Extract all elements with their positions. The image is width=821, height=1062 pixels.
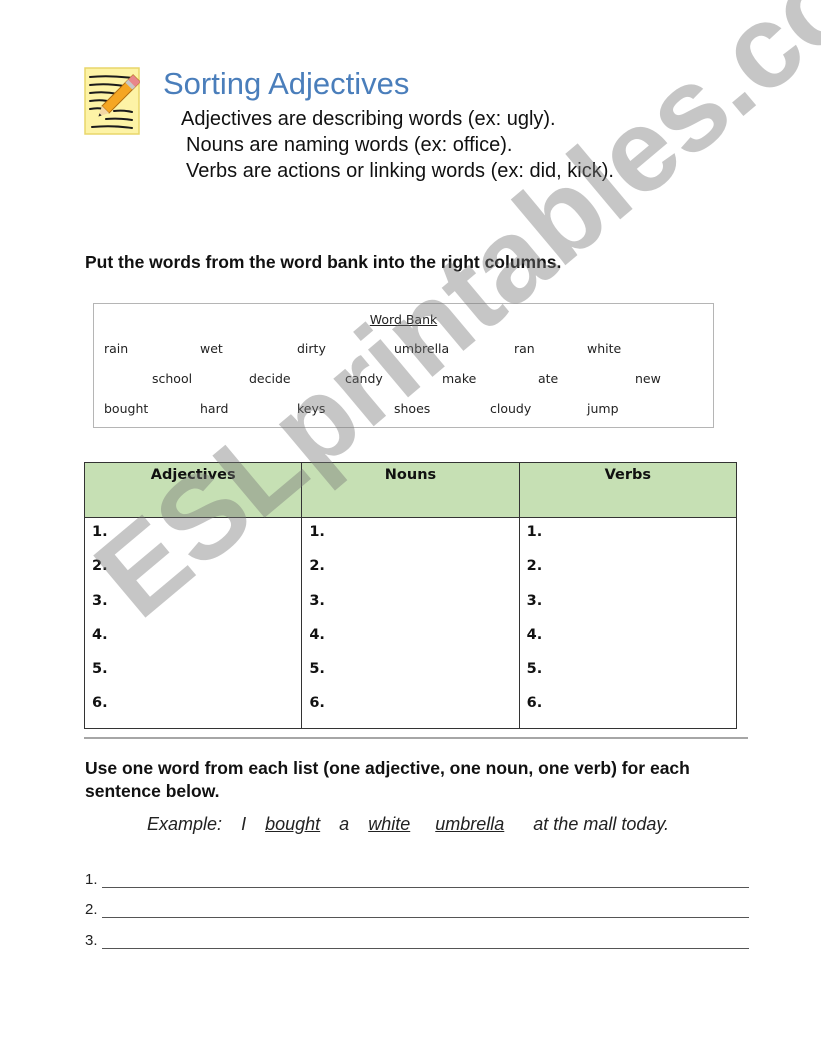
column-header-verbs: Verbs bbox=[518, 462, 738, 518]
answer-line[interactable]: 1. bbox=[85, 871, 749, 888]
definition-adjectives: Adjectives are describing words (ex: ugl… bbox=[181, 108, 556, 130]
answer-line-number: 2. bbox=[85, 901, 98, 918]
word-bank-word: hard bbox=[200, 401, 229, 416]
word-bank-word: ran bbox=[514, 341, 535, 356]
definition-nouns: Nouns are naming words (ex: office). bbox=[186, 134, 513, 156]
sorting-table: Adjectives Nouns Verbs 1. 2. 3. 4. 5. 6.… bbox=[83, 462, 738, 729]
word-bank-word: jump bbox=[587, 401, 619, 416]
word-bank-word: shoes bbox=[394, 401, 431, 416]
list-number: 2. bbox=[309, 558, 325, 575]
answer-blank[interactable] bbox=[101, 934, 749, 949]
word-bank-word: cloudy bbox=[490, 401, 532, 416]
list-number: 6. bbox=[92, 695, 108, 712]
example-label: Example: bbox=[147, 814, 223, 834]
list-number: 6. bbox=[309, 695, 325, 712]
answer-line-number: 1. bbox=[85, 871, 98, 888]
word-bank-word: new bbox=[635, 371, 661, 386]
column-header-adjectives: Adjectives bbox=[83, 462, 303, 518]
definition-verbs: Verbs are actions or linking words (ex: … bbox=[186, 160, 614, 182]
list-number: 4. bbox=[92, 626, 108, 643]
instruction-sort: Put the words from the word bank into th… bbox=[85, 252, 562, 272]
example-word: at the mall today. bbox=[533, 814, 670, 834]
word-bank-word: school bbox=[152, 371, 193, 386]
nouns-column[interactable]: 1. 2. 3. 4. 5. 6. bbox=[301, 517, 520, 729]
answer-line[interactable]: 3. bbox=[85, 932, 749, 949]
list-number: 6. bbox=[526, 695, 543, 712]
word-bank-word: dirty bbox=[297, 341, 326, 356]
word-bank-word: make bbox=[442, 371, 477, 386]
list-number: 1. bbox=[92, 524, 108, 540]
list-number: 3. bbox=[92, 592, 108, 609]
list-number: 4. bbox=[309, 626, 325, 643]
list-number: 5. bbox=[309, 661, 325, 678]
answer-blank[interactable] bbox=[101, 873, 749, 888]
example-adjective: white bbox=[368, 814, 411, 834]
example-sentence: Example: I bought a white umbrella at th… bbox=[147, 814, 669, 835]
list-number: 3. bbox=[309, 592, 325, 609]
section-divider bbox=[84, 737, 748, 739]
answer-line[interactable]: 2. bbox=[85, 901, 749, 918]
list-number: 2. bbox=[92, 558, 108, 575]
list-number: 1. bbox=[526, 524, 543, 540]
example-verb: bought bbox=[265, 814, 321, 834]
word-bank-word: white bbox=[587, 341, 622, 356]
column-header-nouns: Nouns bbox=[301, 462, 520, 518]
page-title: Sorting Adjectives bbox=[163, 66, 410, 101]
word-bank-word: keys bbox=[297, 401, 326, 416]
word-bank-title: Word Bank bbox=[369, 312, 438, 327]
list-number: 5. bbox=[92, 661, 108, 678]
example-word: a bbox=[339, 814, 350, 834]
word-bank-word: rain bbox=[104, 341, 129, 356]
verbs-column[interactable]: 1. 2. 3. 4. 5. 6. bbox=[518, 517, 738, 729]
word-bank-word: ate bbox=[538, 371, 559, 386]
list-number: 4. bbox=[526, 626, 543, 643]
example-noun: umbrella bbox=[435, 814, 505, 834]
answer-line-number: 3. bbox=[85, 932, 98, 949]
list-number: 3. bbox=[526, 592, 543, 609]
notepad-pencil-icon bbox=[84, 67, 141, 135]
word-bank-word: candy bbox=[345, 371, 383, 386]
answer-blank[interactable] bbox=[101, 903, 749, 918]
word-bank-word: umbrella bbox=[394, 341, 450, 356]
word-bank-word: bought bbox=[104, 401, 149, 416]
instruction-sentences: Use one word from each list (one adjecti… bbox=[85, 758, 690, 801]
example-word: I bbox=[241, 814, 247, 834]
list-number: 5. bbox=[526, 661, 543, 678]
list-number: 2. bbox=[526, 558, 543, 575]
adjectives-column[interactable]: 1. 2. 3. 4. 5. 6. bbox=[83, 517, 303, 729]
list-number: 1. bbox=[309, 524, 325, 540]
word-bank: Word Bank rain wet dirty umbrella ran wh… bbox=[93, 303, 714, 428]
word-bank-word: wet bbox=[200, 341, 223, 356]
word-bank-word: decide bbox=[249, 371, 291, 386]
